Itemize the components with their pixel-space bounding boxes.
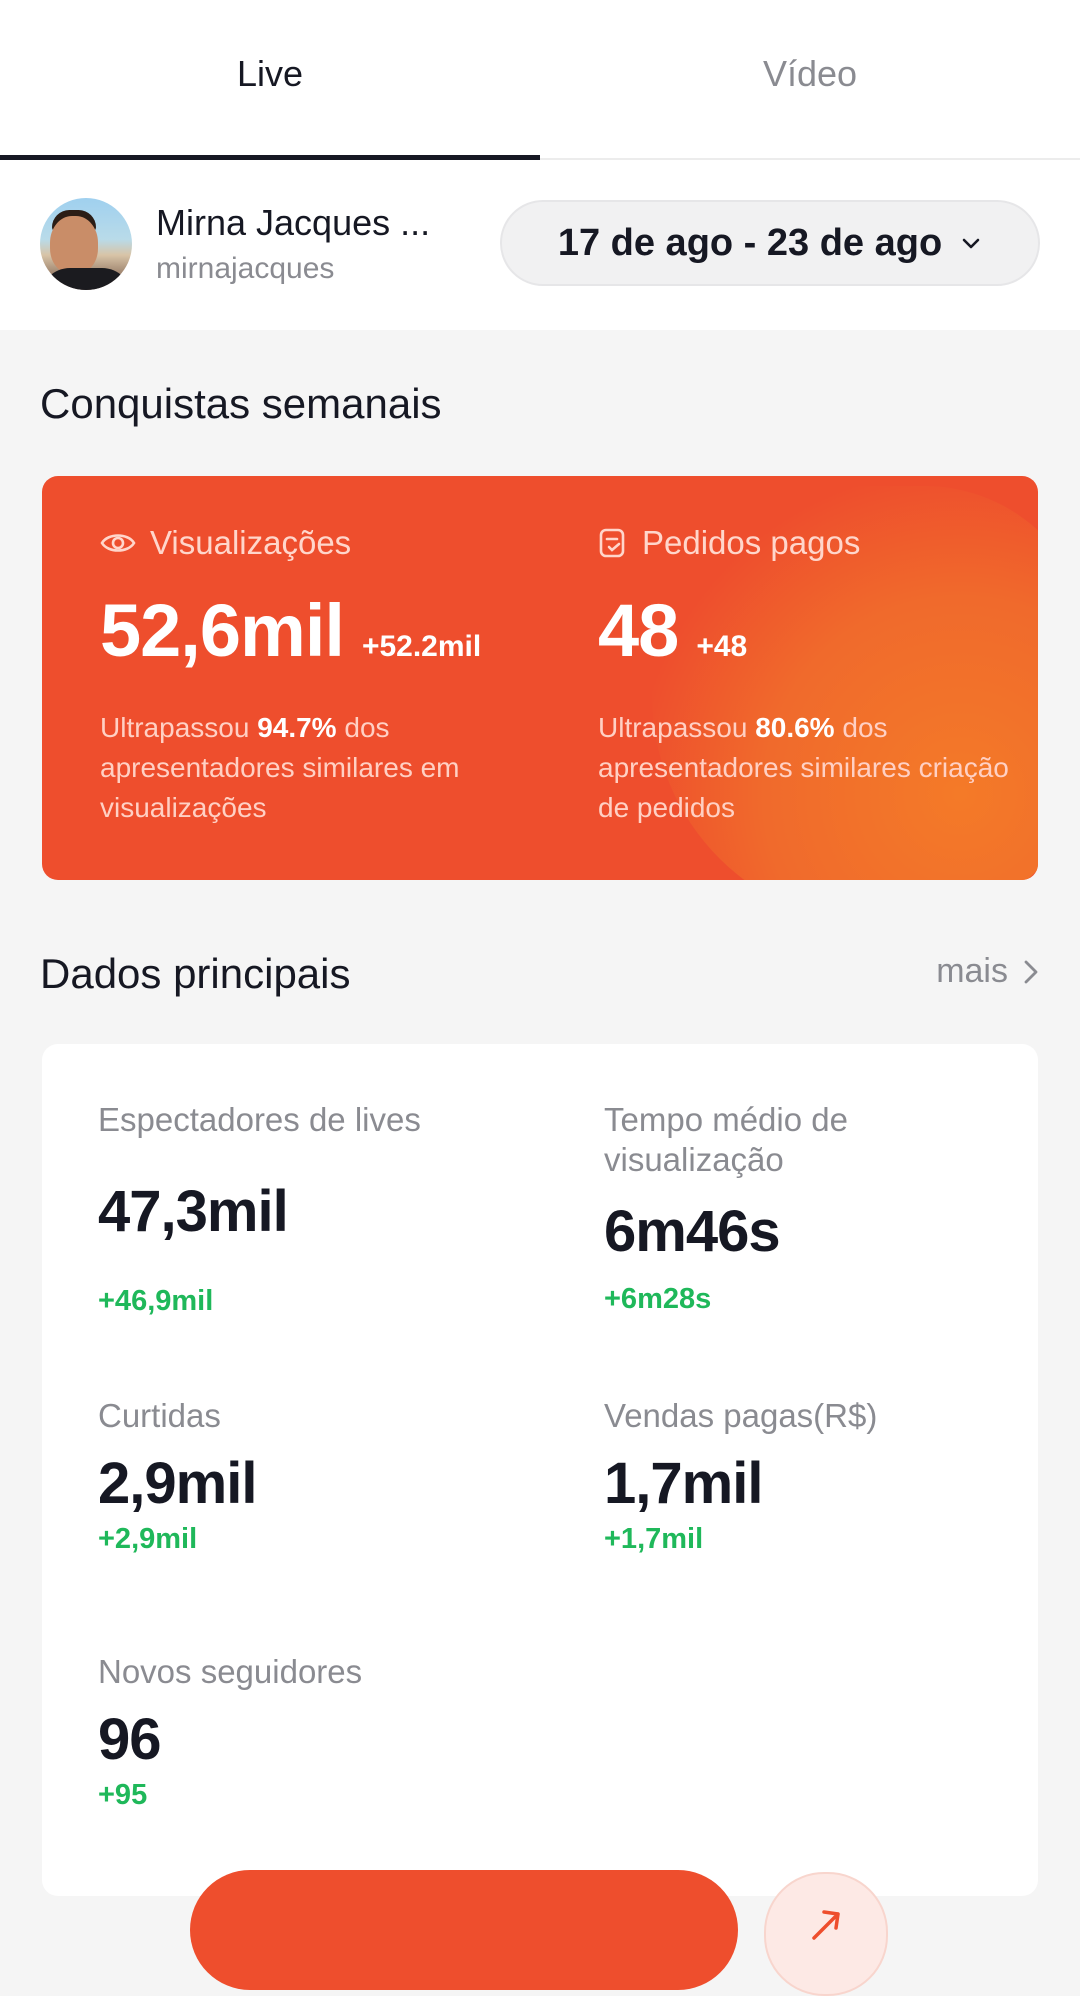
metric-value: 2,9mil [98,1451,257,1516]
metric-delta: +46,9mil [98,1285,214,1317]
weekly-achievements-card: Visualizações 52,6mil +52.2mil Ultrapass… [42,476,1038,880]
achievement-label: Visualizações [150,524,352,561]
eye-icon [100,534,136,552]
metric-value: 6m46s [604,1199,781,1264]
more-link[interactable]: mais [936,952,1040,991]
date-range-label: 17 de ago - 23 de ago [557,221,943,264]
achievement-label: Pedidos pagos [642,524,861,561]
share-icon [812,1910,840,1940]
date-range-selector[interactable]: 17 de ago - 23 de ago [500,200,1040,286]
metric-delta: +95 [98,1779,148,1811]
main-data-title: Dados principais [40,950,351,997]
order-icon [599,528,625,558]
tab-bar: Live Vídeo [0,0,1080,160]
metric-label: Tempo médio de visualização [604,1101,848,1178]
metric-avg-watch-time[interactable]: Tempo médio de visualização 6m46s +6m28s [604,1100,984,1316]
metric-new-followers[interactable]: Novos seguidores 96 +95 [98,1652,518,1812]
achievement-value: 48 [598,589,679,672]
metric-label: Novos seguidores [98,1653,363,1690]
metric-label: Vendas pagas(R$) [604,1397,878,1434]
profile-header: Mirna Jacques ... mirnajacques 17 de ago… [0,160,1080,330]
metric-value: 1,7mil [604,1451,763,1516]
more-label: mais [936,952,1008,990]
metric-delta: +1,7mil [604,1523,704,1555]
main-data-card: Espectadores de lives 47,3mil +46,9mil T… [42,1044,1038,1896]
metric-live-viewers[interactable]: Espectadores de lives 47,3mil +46,9mil [98,1100,518,1318]
achievement-delta: +48 [696,630,748,663]
achievement-delta: +52.2mil [361,630,482,663]
profile-name: Mirna Jacques ... [156,202,431,243]
metric-delta: +2,9mil [98,1523,198,1555]
achievement-description: Ultrapassou 80.6% dos apresentadores sim… [598,712,1009,823]
achievement-description: Ultrapassou 94.7% dos apresentadores sim… [100,712,460,823]
metric-value: 47,3mil [98,1179,289,1244]
achievement-views[interactable]: Visualizações 52,6mil +52.2mil Ultrapass… [100,476,560,880]
metric-label: Espectadores de lives [98,1101,421,1138]
metric-label: Curtidas [98,1397,221,1434]
chevron-down-icon [962,238,980,249]
metric-paid-sales[interactable]: Vendas pagas(R$) 1,7mil +1,7mil [604,1396,1024,1556]
avatar[interactable] [40,198,132,290]
profile-handle: mirnajacques [156,252,335,285]
achievements-title: Conquistas semanais [40,380,442,427]
achievement-value: 52,6mil [100,589,345,672]
chevron-right-icon [1024,960,1038,983]
tab-live[interactable]: Live [0,0,540,160]
tab-video[interactable]: Vídeo [540,0,1080,158]
share-button[interactable] [764,1872,888,1996]
primary-action-button[interactable] [190,1870,738,1990]
achievement-paid-orders[interactable]: Pedidos pagos 48 +48 Ultrapassou 80.6% d… [598,476,1038,880]
metric-likes[interactable]: Curtidas 2,9mil +2,9mil [98,1396,518,1556]
metric-delta: +6m28s [604,1283,712,1315]
metric-value: 96 [98,1707,162,1772]
